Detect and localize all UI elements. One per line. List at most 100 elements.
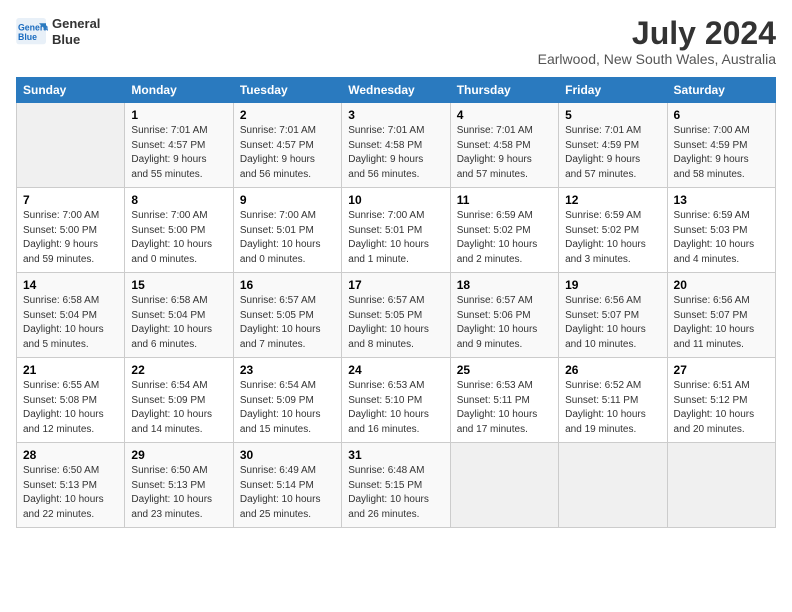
day-number: 1 [131, 108, 226, 122]
day-number: 14 [23, 278, 118, 292]
day-info: Sunrise: 6:54 AM Sunset: 5:09 PM Dayligh… [240, 379, 335, 437]
calendar-cell: 23 Sunrise: 6:54 AM Sunset: 5:09 PM Dayli… [233, 358, 341, 443]
day-info: Sunrise: 6:58 AM Sunset: 5:04 PM Dayligh… [23, 294, 118, 352]
day-number: 23 [240, 363, 335, 377]
calendar-cell: 11 Sunrise: 6:59 AM Sunset: 5:02 PM Dayli… [450, 188, 558, 273]
day-info: Sunrise: 7:01 AM Sunset: 4:59 PM Dayligh… [565, 124, 660, 182]
calendar-cell [450, 443, 558, 528]
header-monday: Monday [125, 78, 233, 103]
day-info: Sunrise: 6:48 AM Sunset: 5:15 PM Dayligh… [348, 464, 443, 522]
header-thursday: Thursday [450, 78, 558, 103]
day-info: Sunrise: 7:01 AM Sunset: 4:57 PM Dayligh… [240, 124, 335, 182]
calendar-cell: 4Sunrise: 7:01 AM Sunset: 4:58 PM Daylig… [450, 103, 558, 188]
day-number: 31 [348, 448, 443, 462]
day-number: 15 [131, 278, 226, 292]
calendar-week-4: 21 Sunrise: 6:55 AM Sunset: 5:08 PM Dayli… [17, 358, 776, 443]
calendar-week-5: 28 Sunrise: 6:50 AM Sunset: 5:13 PM Dayli… [17, 443, 776, 528]
day-number: 9 [240, 193, 335, 207]
day-info: Sunrise: 6:54 AM Sunset: 5:09 PM Dayligh… [131, 379, 226, 437]
header-saturday: Saturday [667, 78, 775, 103]
day-info: Sunrise: 6:49 AM Sunset: 5:14 PM Dayligh… [240, 464, 335, 522]
day-info: Sunrise: 6:58 AM Sunset: 5:04 PM Dayligh… [131, 294, 226, 352]
day-number: 16 [240, 278, 335, 292]
header-sunday: Sunday [17, 78, 125, 103]
day-number: 17 [348, 278, 443, 292]
location-title: Earlwood, New South Wales, Australia [538, 51, 776, 67]
day-info: Sunrise: 6:57 AM Sunset: 5:05 PM Dayligh… [348, 294, 443, 352]
day-number: 30 [240, 448, 335, 462]
day-info: Sunrise: 6:57 AM Sunset: 5:06 PM Dayligh… [457, 294, 552, 352]
calendar-week-1: 1 Sunrise: 7:01 AM Sunset: 4:57 PM Daylig… [17, 103, 776, 188]
month-title: July 2024 [538, 16, 776, 51]
day-number: 21 [23, 363, 118, 377]
page-header: General Blue General Blue July 2024 Earl… [16, 16, 776, 67]
calendar-cell: 14 Sunrise: 6:58 AM Sunset: 5:04 PM Dayli… [17, 273, 125, 358]
day-info: Sunrise: 7:01 AM Sunset: 4:58 PM Dayligh… [457, 124, 552, 182]
calendar-cell [667, 443, 775, 528]
day-number: 11 [457, 193, 552, 207]
day-number: 19 [565, 278, 660, 292]
day-number: 7 [23, 193, 118, 207]
logo: General Blue General Blue [16, 16, 100, 47]
svg-text:Blue: Blue [18, 31, 37, 41]
day-number: 8 [131, 193, 226, 207]
calendar-cell: 7 Sunrise: 7:00 AM Sunset: 5:00 PM Daylig… [17, 188, 125, 273]
day-info: Sunrise: 6:59 AM Sunset: 5:02 PM Dayligh… [457, 209, 552, 267]
calendar-cell: 18 Sunrise: 6:57 AM Sunset: 5:06 PM Dayli… [450, 273, 558, 358]
day-number: 28 [23, 448, 118, 462]
calendar-header: Sunday Monday Tuesday Wednesday Thursday… [17, 78, 776, 103]
calendar-cell: 1 Sunrise: 7:01 AM Sunset: 4:57 PM Daylig… [125, 103, 233, 188]
day-info: Sunrise: 6:55 AM Sunset: 5:08 PM Dayligh… [23, 379, 118, 437]
day-info: Sunrise: 7:00 AM Sunset: 5:00 PM Dayligh… [23, 209, 118, 267]
calendar-cell [559, 443, 667, 528]
day-info: Sunrise: 6:57 AM Sunset: 5:05 PM Dayligh… [240, 294, 335, 352]
logo-icon: General Blue [16, 18, 48, 46]
title-area: July 2024 Earlwood, New South Wales, Aus… [538, 16, 776, 67]
header-tuesday: Tuesday [233, 78, 341, 103]
day-info: Sunrise: 6:59 AM Sunset: 5:02 PM Dayligh… [565, 209, 660, 267]
calendar-cell: 31 Sunrise: 6:48 AM Sunset: 5:15 PM Dayli… [342, 443, 450, 528]
day-info: Sunrise: 6:50 AM Sunset: 5:13 PM Dayligh… [131, 464, 226, 522]
day-number: 5 [565, 108, 660, 122]
calendar-cell: 9 Sunrise: 7:00 AM Sunset: 5:01 PM Daylig… [233, 188, 341, 273]
day-number: 27 [674, 363, 769, 377]
calendar-cell: 22 Sunrise: 6:54 AM Sunset: 5:09 PM Dayli… [125, 358, 233, 443]
day-info: Sunrise: 6:50 AM Sunset: 5:13 PM Dayligh… [23, 464, 118, 522]
day-info: Sunrise: 6:56 AM Sunset: 5:07 PM Dayligh… [565, 294, 660, 352]
day-info: Sunrise: 6:53 AM Sunset: 5:11 PM Dayligh… [457, 379, 552, 437]
calendar-week-3: 14 Sunrise: 6:58 AM Sunset: 5:04 PM Dayli… [17, 273, 776, 358]
calendar-cell: 19 Sunrise: 6:56 AM Sunset: 5:07 PM Dayli… [559, 273, 667, 358]
logo-line1: General [52, 16, 100, 32]
calendar-cell: 20Sunrise: 6:56 AM Sunset: 5:07 PM Dayli… [667, 273, 775, 358]
calendar-cell: 28 Sunrise: 6:50 AM Sunset: 5:13 PM Dayli… [17, 443, 125, 528]
day-info: Sunrise: 7:00 AM Sunset: 5:01 PM Dayligh… [240, 209, 335, 267]
header-wednesday: Wednesday [342, 78, 450, 103]
calendar-cell: 17 Sunrise: 6:57 AM Sunset: 5:05 PM Dayli… [342, 273, 450, 358]
day-number: 18 [457, 278, 552, 292]
calendar-cell: 21 Sunrise: 6:55 AM Sunset: 5:08 PM Dayli… [17, 358, 125, 443]
day-number: 25 [457, 363, 552, 377]
calendar-cell: 15 Sunrise: 6:58 AM Sunset: 5:04 PM Dayli… [125, 273, 233, 358]
calendar-cell: 8Sunrise: 7:00 AM Sunset: 5:00 PM Daylig… [125, 188, 233, 273]
day-info: Sunrise: 6:56 AM Sunset: 5:07 PM Dayligh… [674, 294, 769, 352]
calendar-cell: 26 Sunrise: 6:52 AM Sunset: 5:11 PM Dayli… [559, 358, 667, 443]
day-info: Sunrise: 6:52 AM Sunset: 5:11 PM Dayligh… [565, 379, 660, 437]
calendar-cell [17, 103, 125, 188]
calendar-cell: 25 Sunrise: 6:53 AM Sunset: 5:11 PM Dayli… [450, 358, 558, 443]
calendar-cell: 5 Sunrise: 7:01 AM Sunset: 4:59 PM Daylig… [559, 103, 667, 188]
calendar-cell: 16 Sunrise: 6:57 AM Sunset: 5:05 PM Dayli… [233, 273, 341, 358]
calendar-body: 1 Sunrise: 7:01 AM Sunset: 4:57 PM Daylig… [17, 103, 776, 528]
day-info: Sunrise: 7:01 AM Sunset: 4:58 PM Dayligh… [348, 124, 443, 182]
calendar-cell: 2Sunrise: 7:01 AM Sunset: 4:57 PM Daylig… [233, 103, 341, 188]
calendar-cell: 12Sunrise: 6:59 AM Sunset: 5:02 PM Dayli… [559, 188, 667, 273]
calendar-cell: 24Sunrise: 6:53 AM Sunset: 5:10 PM Dayli… [342, 358, 450, 443]
day-number: 26 [565, 363, 660, 377]
calendar-cell: 3Sunrise: 7:01 AM Sunset: 4:58 PM Daylig… [342, 103, 450, 188]
calendar-table: Sunday Monday Tuesday Wednesday Thursday… [16, 77, 776, 528]
day-info: Sunrise: 6:53 AM Sunset: 5:10 PM Dayligh… [348, 379, 443, 437]
day-info: Sunrise: 7:01 AM Sunset: 4:57 PM Dayligh… [131, 124, 226, 182]
calendar-cell: 27 Sunrise: 6:51 AM Sunset: 5:12 PM Dayli… [667, 358, 775, 443]
day-number: 22 [131, 363, 226, 377]
calendar-cell: 29Sunrise: 6:50 AM Sunset: 5:13 PM Dayli… [125, 443, 233, 528]
day-info: Sunrise: 6:51 AM Sunset: 5:12 PM Dayligh… [674, 379, 769, 437]
